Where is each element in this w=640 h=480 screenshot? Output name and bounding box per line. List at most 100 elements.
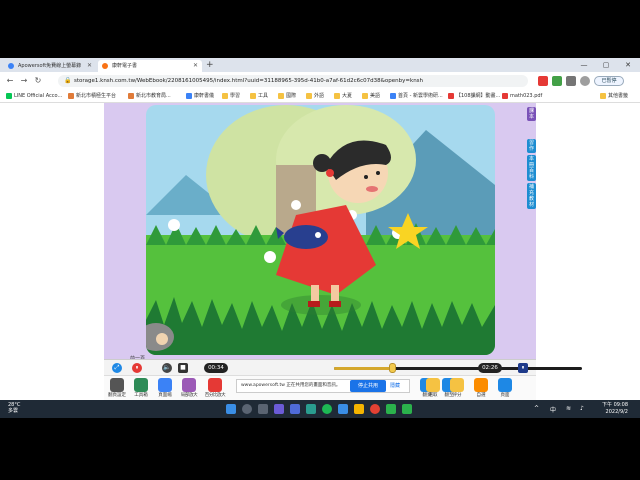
bookmark-folder[interactable]: 美語 (362, 92, 380, 101)
wifi-icon[interactable]: ≋ (566, 405, 571, 412)
bookmark-folder[interactable]: 學習 (222, 92, 240, 101)
bookmark-label: 新北市教育局... (136, 93, 171, 99)
tool-label: 百分比放大 (204, 393, 226, 398)
line-icon[interactable] (386, 404, 396, 414)
fullscreen-icon[interactable]: ⏸ (518, 363, 528, 373)
bookmark-item[interactable]: 新北市積極生平台 (68, 92, 116, 101)
ime-indicator[interactable]: 中 (550, 405, 556, 414)
close-tab-icon[interactable]: ✕ (193, 60, 198, 72)
bookmark-label: math023.pdf (510, 93, 543, 99)
close-window-button[interactable]: ✕ (618, 58, 638, 72)
app-icon[interactable] (306, 404, 316, 414)
back-icon[interactable]: ← (4, 75, 16, 87)
line-icon[interactable] (402, 404, 412, 414)
side-tab-workbook[interactable]: 習作 (527, 139, 536, 153)
taskbar: 28°C 多雲 ^ 中 ≋ ♪ 下午 09:08 2022/9/2 (0, 400, 640, 418)
spotify-icon[interactable] (322, 404, 332, 414)
total-time: 02:26 (478, 363, 502, 373)
bookmark-folder[interactable]: 國際 (278, 92, 296, 101)
folder-icon (250, 93, 256, 99)
volume-tray-icon[interactable]: ♪ (580, 405, 584, 412)
magnifier-icon (182, 378, 196, 392)
task-view-icon[interactable] (258, 404, 268, 414)
bookmark-icon (186, 93, 192, 99)
progress-handle[interactable] (388, 363, 396, 373)
bookmark-item[interactable]: 【108課綱】動畫... (448, 92, 500, 101)
expand-icon[interactable]: ⤢ (112, 363, 122, 373)
chat-icon[interactable] (274, 404, 284, 414)
minimize-button[interactable]: — (574, 58, 594, 72)
bookmark-label: 國際 (286, 93, 297, 99)
bookmark-label: 新北市積極生平台 (76, 93, 117, 99)
tool-label: 頁面縮 (158, 393, 172, 398)
extension-icon[interactable] (538, 76, 548, 86)
bookmark-label: LINE Official Acco... (14, 93, 63, 99)
pause-button[interactable]: ⏸ (132, 363, 142, 373)
bookmark-label: 【108課綱】動畫... (456, 93, 501, 99)
search-icon[interactable] (242, 404, 252, 414)
bookmark-label: 康軒書儀 (194, 93, 215, 99)
maximize-button[interactable]: ▢ (596, 58, 616, 72)
stop-sharing-button[interactable]: 停止共用 (350, 380, 386, 392)
url-field[interactable]: 🔒 storage1.knsh.com.tw/WebEbook/22081610… (58, 75, 528, 87)
chrome-icon[interactable] (370, 404, 380, 414)
cursor-icon (426, 378, 440, 392)
bookmark-label: 美語 (370, 93, 381, 99)
bookmark-folder[interactable]: 工具 (250, 92, 268, 101)
custom-icon (474, 378, 488, 392)
bookmark-label: 外語 (314, 93, 325, 99)
chevron-up-icon[interactable]: ^ (534, 405, 539, 412)
app-icon[interactable] (290, 404, 300, 414)
forward-icon[interactable]: → (18, 75, 30, 87)
apowersoft-favicon-icon (8, 63, 14, 69)
start-icon[interactable] (226, 404, 236, 414)
close-tab-icon[interactable]: ✕ (87, 60, 92, 72)
paused-button[interactable]: 已暫停 (594, 76, 624, 86)
side-tab-supplement[interactable]: 補充教材 (527, 183, 536, 209)
folder-icon (278, 93, 284, 99)
bookmark-item[interactable]: 康軒書儀 (186, 92, 214, 101)
tool-label: 工具箱 (134, 393, 148, 398)
volume-icon[interactable]: 🔈 (162, 363, 172, 373)
extension-icon[interactable] (552, 76, 562, 86)
bookmark-folder[interactable]: 外語 (306, 92, 324, 101)
bookmark-folder[interactable]: 大夏 (334, 92, 352, 101)
progress-fill (334, 367, 392, 370)
bookmark-item[interactable]: LINE Official Acco... (6, 92, 62, 101)
trophy-icon (450, 378, 464, 392)
tab-ebook[interactable]: 康軒電子書 ✕ (98, 60, 202, 72)
animation-scene[interactable] (146, 105, 495, 355)
bookmark-label: 大夏 (342, 93, 353, 99)
tool-label: 翻頁設定 (108, 393, 126, 398)
bookmark-label: 其他書籤 (608, 93, 629, 99)
bookmark-item[interactable]: 新北市教育局... (128, 92, 171, 101)
percent-icon (208, 378, 222, 392)
hide-notification-link[interactable]: 隱藏 (390, 380, 400, 392)
page-icon (498, 378, 512, 392)
tab-apowersoft[interactable]: Apowersoft免費線上螢幕錄 ✕ (4, 60, 96, 72)
bookmark-item[interactable]: math023.pdf (502, 92, 542, 101)
other-bookmarks[interactable]: 其他書籤 (600, 92, 628, 101)
clock[interactable]: 下午 09:08 2022/9/2 (598, 402, 628, 416)
bookmark-label: 學習 (230, 93, 241, 99)
screen: Apowersoft免費線上螢幕錄 ✕ 康軒電子書 ✕ + — ▢ ✕ ← → … (0, 58, 640, 418)
puzzle-icon[interactable] (566, 76, 576, 86)
new-tab-button[interactable]: + (206, 59, 214, 71)
side-tabs: 課本 習作 本冊百科 補充教材 (527, 107, 536, 211)
profile-avatar-icon[interactable] (580, 76, 590, 86)
gear-icon (110, 378, 124, 392)
file-explorer-icon[interactable] (354, 404, 364, 414)
side-tab-textbook[interactable]: 課本 (527, 107, 536, 121)
bookmark-item[interactable]: 首頁 - 新雲學術研... (390, 92, 443, 101)
bookmark-icon (68, 93, 74, 99)
side-tab-encyclopedia[interactable]: 本冊百科 (527, 155, 536, 181)
address-bar: ← → ↻ 🔒 storage1.knsh.com.tw/WebEbook/22… (0, 72, 640, 90)
progress-track[interactable] (334, 367, 582, 370)
stop-button[interactable]: ■ (178, 363, 188, 373)
reload-icon[interactable]: ↻ (32, 75, 44, 87)
app-icon[interactable] (338, 404, 348, 414)
weather-desc: 多雲 (8, 408, 19, 414)
media-player: ⤢ ⏸ 🔈 ■ 00:34 02:26 ⏸ (104, 359, 582, 375)
clock-date: 2022/9/2 (605, 409, 628, 415)
weather-widget[interactable]: 28°C 多雲 (8, 402, 20, 414)
